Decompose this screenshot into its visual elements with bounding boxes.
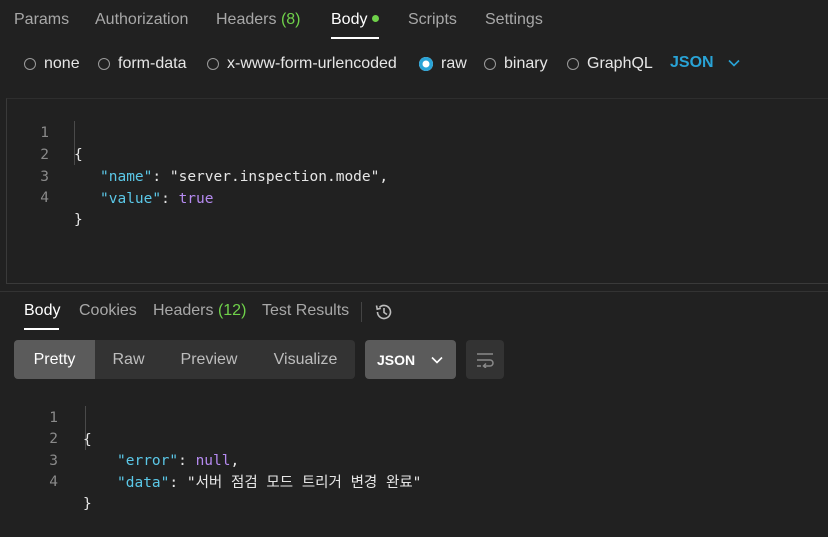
json-value: "서버 점검 모드 트리거 변경 완료" [186,475,422,491]
radio-selected-icon [419,57,433,71]
response-headers-count: (12) [217,302,247,319]
code-line: 2 "error": null, [49,431,240,469]
language-dropdown[interactable]: JSON [670,54,740,72]
radio-form-data[interactable]: form-data [98,55,186,73]
response-tab-body[interactable]: Body [24,302,60,320]
active-response-tab-indicator [24,328,59,330]
radio-graphql[interactable]: GraphQL [567,55,653,73]
tab-headers[interactable]: Headers (8) [216,11,301,29]
radio-circle-icon [484,58,496,70]
code-line: 3 "value": true [40,169,214,207]
view-mode-toggle: Pretty Raw Preview Visualize [14,340,355,379]
radio-binary[interactable]: binary [484,55,548,73]
response-format-dropdown[interactable]: JSON [365,340,456,379]
wrap-lines-button[interactable] [466,340,504,379]
view-raw-button[interactable]: Raw [95,340,162,379]
response-tab-cookies[interactable]: Cookies [79,302,137,320]
wrap-lines-icon [477,352,494,368]
tab-settings[interactable]: Settings [485,11,543,29]
tab-params[interactable]: Params [14,11,69,29]
view-pretty-button[interactable]: Pretty [14,340,95,379]
chevron-down-icon [728,59,740,67]
response-tab-test-results[interactable]: Test Results [262,302,349,320]
json-value: true [178,191,214,207]
tab-body[interactable]: Body [331,11,380,29]
code-line: 1 { [40,125,83,163]
view-preview-button[interactable]: Preview [162,340,256,379]
separator [361,302,362,322]
chevron-down-icon [431,356,443,364]
radio-circle-icon [98,58,110,70]
radio-x-www-form-urlencoded[interactable]: x-www-form-urlencoded [207,55,397,73]
json-key: "data" [117,475,170,491]
code-line: 4 } [40,190,83,228]
modified-dot-icon [372,15,380,22]
request-tabs: Params Authorization Headers (8) Body Sc… [0,0,828,42]
code-line: 1 { [49,410,92,448]
radio-circle-icon [24,58,36,70]
code-line: 4 } [49,474,92,512]
code-line: 2 "name": "server.inspection.mode", [40,147,389,185]
response-body-viewer[interactable]: 1 { 2 "error": null, 3 "data": "서버 점검 모드… [0,384,828,517]
tab-scripts[interactable]: Scripts [408,11,457,29]
radio-raw[interactable]: raw [419,55,467,73]
json-key: "value" [100,191,162,207]
radio-circle-icon [207,58,219,70]
view-visualize-button[interactable]: Visualize [256,340,355,379]
active-tab-indicator [331,37,379,39]
radio-none[interactable]: none [24,55,80,73]
radio-circle-icon [567,58,579,70]
response-tabs: Body Cookies Headers (12) Test Results [0,300,828,332]
code-line: 3 "data": "서버 점검 모드 트리거 변경 완료" [49,453,422,491]
pane-divider[interactable] [0,291,828,292]
history-icon[interactable] [374,302,394,327]
request-body-editor[interactable]: 1 { 2 "name": "server.inspection.mode", … [6,98,828,284]
response-tab-headers[interactable]: Headers (12) [153,302,246,320]
headers-count: (8) [280,11,301,28]
tab-authorization[interactable]: Authorization [95,11,188,29]
